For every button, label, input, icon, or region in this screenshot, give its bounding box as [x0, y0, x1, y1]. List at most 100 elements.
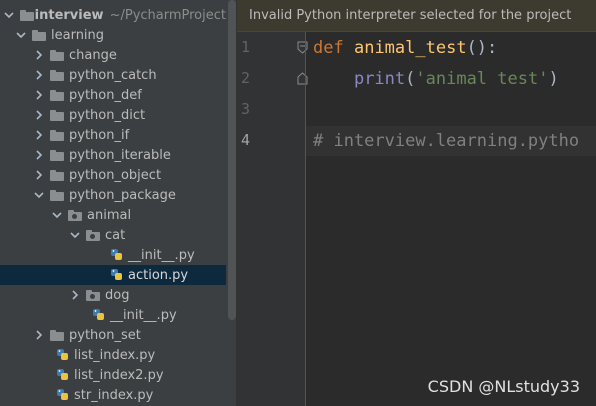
tree-item-cat[interactable]: cat	[0, 225, 226, 245]
tree-item-label: str_index.py	[74, 387, 154, 403]
python-file-icon	[56, 368, 70, 382]
tree-item-label: list_index.py	[74, 347, 156, 363]
code-line-1[interactable]: def animal_test ():	[313, 33, 497, 63]
tree-item-label: python_dict	[69, 107, 146, 123]
tree-item-label: action.py	[128, 267, 189, 283]
tree-item-python-if[interactable]: python_if	[0, 125, 226, 145]
root-path: ~/PycharmProject	[109, 7, 226, 23]
function-name: animal_test	[353, 38, 467, 58]
chevron-down-icon[interactable]	[70, 230, 80, 240]
tree-item-python-catch[interactable]: python_catch	[0, 65, 226, 85]
code-editor[interactable]: Invalid Python interpreter selected for …	[237, 0, 596, 406]
tree-item-label: dog	[105, 287, 130, 303]
folder-icon	[50, 69, 64, 81]
code-punct: )	[548, 69, 559, 89]
tree-item-change[interactable]: change	[0, 45, 226, 65]
folder-icon	[50, 149, 64, 161]
tree-item-label: python_package	[69, 187, 176, 203]
folder-icon	[50, 329, 64, 341]
chevron-down-icon[interactable]	[4, 10, 14, 20]
code-punct: (	[405, 69, 416, 89]
tree-item-label: cat	[105, 227, 126, 243]
code-punct: ():	[466, 38, 498, 58]
tree-item-label: __init__.py	[128, 247, 195, 263]
line-number: 1	[241, 38, 251, 56]
tree-item-list-index[interactable]: list_index.py	[0, 345, 226, 365]
tree-item-label: python_def	[69, 87, 142, 103]
tree-item-label: python_object	[69, 167, 162, 183]
chevron-right-icon[interactable]	[34, 90, 44, 100]
python-file-icon	[110, 248, 124, 262]
tree-item-animal[interactable]: animal	[0, 205, 226, 225]
folder-icon	[50, 169, 64, 181]
chevron-right-icon[interactable]	[34, 170, 44, 180]
chevron-right-icon[interactable]	[34, 70, 44, 80]
line-number: 3	[241, 100, 251, 118]
tree-item-action-py[interactable]: action.py	[0, 265, 226, 285]
tree-item-python-iterable[interactable]: python_iterable	[0, 145, 226, 165]
code-line-2[interactable]: print('animal test')	[313, 64, 559, 94]
tree-item-animal-init[interactable]: __init__.py	[0, 305, 226, 325]
package-folder-icon	[68, 209, 82, 221]
python-file-icon	[56, 388, 70, 402]
tree-item-python-object[interactable]: python_object	[0, 165, 226, 185]
python-file-icon	[56, 348, 70, 362]
tree-item-label: learning	[51, 27, 105, 43]
tree-item-label: python_catch	[69, 67, 157, 83]
line-number: 4	[241, 131, 251, 149]
folder-icon	[50, 189, 64, 201]
tree-item-python-package[interactable]: python_package	[0, 185, 226, 205]
chevron-right-icon[interactable]	[34, 330, 44, 340]
tree-item-label: animal	[87, 207, 132, 223]
folder-icon	[50, 109, 64, 121]
tree-item-python-def[interactable]: python_def	[0, 85, 226, 105]
chevron-down-icon[interactable]	[52, 210, 62, 220]
project-tool-window: interview ~/PycharmProject learning chan…	[0, 0, 236, 406]
folder-icon	[50, 129, 64, 141]
chevron-right-icon[interactable]	[34, 150, 44, 160]
keyword-def: def	[313, 38, 344, 58]
project-scrollbar[interactable]	[228, 0, 236, 320]
folder-icon	[32, 29, 46, 41]
builtin-print: print	[353, 69, 406, 89]
tree-item-dog[interactable]: dog	[0, 285, 226, 305]
tree-item-label: python_if	[69, 127, 130, 143]
tree-item-str-index[interactable]: str_index.py	[0, 385, 226, 405]
tree-item-list-index2[interactable]: list_index2.py	[0, 365, 226, 385]
tree-item-python-dict[interactable]: python_dict	[0, 105, 226, 125]
code-line-4[interactable]: # interview.learning.pytho	[306, 126, 596, 156]
string-literal: 'animal test'	[415, 69, 549, 89]
chevron-right-icon[interactable]	[70, 290, 80, 300]
interpreter-warning-banner: Invalid Python interpreter selected for …	[237, 0, 596, 32]
tree-item-label: change	[69, 47, 117, 63]
banner-text: Invalid Python interpreter selected for …	[249, 8, 572, 23]
tree-item-python-set[interactable]: python_set	[0, 325, 226, 345]
chevron-right-icon[interactable]	[34, 50, 44, 60]
fold-start-icon[interactable]	[297, 41, 308, 54]
package-folder-icon	[86, 289, 100, 301]
editor-gutter: 1 2 3 4	[237, 32, 308, 406]
tree-item-cat-init[interactable]: __init__.py	[0, 245, 226, 265]
python-file-icon	[92, 308, 106, 322]
line-number: 2	[241, 69, 251, 87]
chevron-down-icon[interactable]	[34, 190, 44, 200]
fold-end-icon[interactable]	[297, 72, 308, 85]
tree-item-label: python_iterable	[69, 147, 171, 163]
folder-icon	[20, 9, 34, 21]
folder-icon	[50, 89, 64, 101]
python-file-icon	[110, 268, 124, 282]
chevron-right-icon[interactable]	[34, 130, 44, 140]
watermark-text: CSDN @NLstudy33	[427, 377, 580, 396]
tree-item-label: __init__.py	[110, 307, 177, 323]
chevron-right-icon[interactable]	[34, 110, 44, 120]
gutter-border	[305, 32, 306, 406]
tree-item-label: python_set	[69, 327, 141, 343]
tree-item-learning[interactable]: learning	[0, 25, 226, 45]
tree-item-label: list_index2.py	[74, 367, 164, 383]
folder-icon	[50, 49, 64, 61]
root-name: interview	[34, 7, 104, 23]
code-comment: # interview.learning.pytho	[313, 131, 580, 151]
tree-root[interactable]: interview ~/PycharmProject	[0, 5, 226, 25]
chevron-down-icon[interactable]	[16, 30, 26, 40]
package-folder-icon	[86, 229, 100, 241]
